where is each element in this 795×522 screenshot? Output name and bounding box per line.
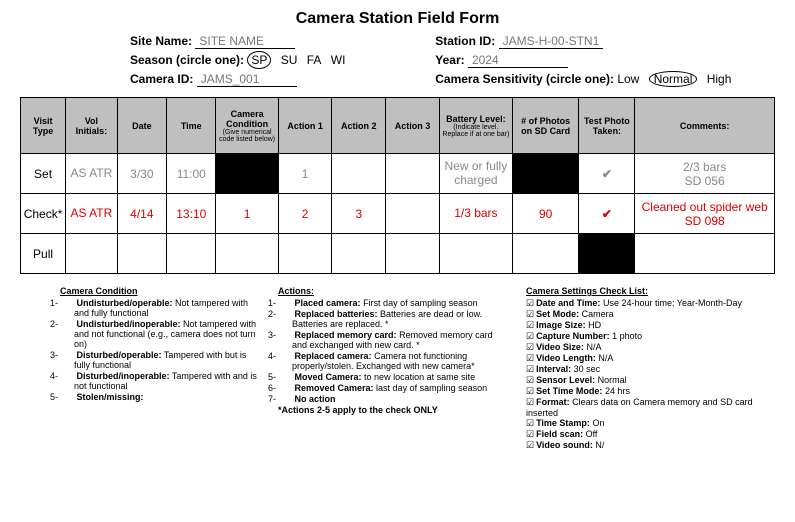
table-cell xyxy=(332,234,386,274)
th-battery: Battery Level:(Indicate level. Replace i… xyxy=(439,98,512,154)
camera-id-value: JAMS_001 xyxy=(197,72,297,87)
row-type: Set xyxy=(21,154,66,194)
table-cell xyxy=(512,234,579,274)
th-comments: Comments: xyxy=(635,98,775,154)
legend-actions: Actions: 1- Placed camera: First day of … xyxy=(278,286,508,415)
sensitivity-high: High xyxy=(707,72,732,86)
table-cell: 1 xyxy=(278,154,332,194)
legend-item: 6- Removed Camera: last day of sampling … xyxy=(292,383,508,393)
settings-item: Video Length: N/A xyxy=(526,353,756,364)
settings-item: Date and Time: Use 24-hour time; Year-Mo… xyxy=(526,298,756,309)
table-cell xyxy=(216,234,278,274)
table-cell xyxy=(386,154,440,194)
station-id-label: Station ID: xyxy=(435,34,495,48)
form-title: Camera Station Field Form xyxy=(20,10,775,28)
table-cell: 1/3 bars xyxy=(439,194,512,234)
sensitivity-low: Low xyxy=(617,72,639,86)
legend-item: 7- No action xyxy=(292,394,508,404)
legend-item: 4- Replaced camera: Camera not functioni… xyxy=(292,351,508,371)
year-value: 2024 xyxy=(468,53,568,68)
settings-item: Field scan: Off xyxy=(526,429,756,440)
th-photos: # of Photos on SD Card xyxy=(512,98,579,154)
settings-item: Capture Number: 1 photo xyxy=(526,331,756,342)
th-a1: Action 1 xyxy=(278,98,332,154)
table-cell: 3/30 xyxy=(117,154,166,194)
settings-item: Format: Clears data on Camera memory and… xyxy=(526,397,756,418)
th-condition: Camera Condition(Give numerical code lis… xyxy=(216,98,278,154)
settings-item: Interval: 30 sec xyxy=(526,364,756,375)
data-table: Visit Type Vol Initials: Date Time Camer… xyxy=(20,97,775,274)
table-cell: AS ATR xyxy=(66,194,118,234)
site-name-value: SITE NAME xyxy=(195,34,295,49)
table-cell xyxy=(512,154,579,194)
sensitivity-label: Camera Sensitivity (circle one): xyxy=(435,72,614,86)
th-a3: Action 3 xyxy=(386,98,440,154)
table-cell xyxy=(117,234,166,274)
table-cell: 1 xyxy=(216,194,278,234)
table-cell xyxy=(278,234,332,274)
th-a2: Action 2 xyxy=(332,98,386,154)
year-label: Year: xyxy=(435,53,464,67)
row-type: Check* xyxy=(21,194,66,234)
table-cell: 90 xyxy=(512,194,579,234)
legend-item: 3- Replaced memory card: Removed memory … xyxy=(292,330,508,350)
station-id-value: JAMS-H-00-STN1 xyxy=(499,34,604,49)
legend-item: 1- Placed camera: First day of sampling … xyxy=(292,298,508,308)
legend-item: 2- Replaced batteries: Batteries are dea… xyxy=(292,309,508,329)
th-initials: Vol Initials: xyxy=(66,98,118,154)
table-cell: 13:10 xyxy=(167,194,216,234)
table-cell: ✔ xyxy=(579,154,635,194)
legend-item: 5- Stolen/missing: xyxy=(74,392,260,402)
table-cell: Cleaned out spider webSD 098 xyxy=(635,194,775,234)
table-cell: 2 xyxy=(278,194,332,234)
site-name-label: Site Name: xyxy=(130,34,192,48)
table-cell xyxy=(167,234,216,274)
th-time: Time xyxy=(167,98,216,154)
legend-item: 1- Undisturbed/operable: Not tampered wi… xyxy=(74,298,260,318)
table-cell xyxy=(579,234,635,274)
th-date: Date xyxy=(117,98,166,154)
row-type: Pull xyxy=(21,234,66,274)
th-test: Test Photo Taken: xyxy=(579,98,635,154)
settings-item: Image Size: HD xyxy=(526,320,756,331)
season-sp: SP xyxy=(247,51,271,69)
camera-id-label: Camera ID: xyxy=(130,72,193,86)
table-cell: 2/3 barsSD 056 xyxy=(635,154,775,194)
table-cell xyxy=(66,234,118,274)
settings-item: Set Time Mode: 24 hrs xyxy=(526,386,756,397)
table-cell xyxy=(439,234,512,274)
season-wi: WI xyxy=(331,53,346,67)
actions-footer: *Actions 2-5 apply to the check ONLY xyxy=(278,405,508,415)
table-cell: 11:00 xyxy=(167,154,216,194)
settings-item: Time Stamp: On xyxy=(526,418,756,429)
settings-item: Set Mode: Camera xyxy=(526,309,756,320)
legend-settings: Camera Settings Check List: Date and Tim… xyxy=(526,286,756,451)
settings-item: Sensor Level: Normal xyxy=(526,375,756,386)
season-fa: FA xyxy=(307,53,322,67)
legend-item: 5- Moved Camera: to new location at same… xyxy=(292,372,508,382)
settings-item: Video sound: N/ xyxy=(526,440,756,451)
legend-item: 3- Disturbed/operable: Tampered with but… xyxy=(74,350,260,370)
table-cell: ✔ xyxy=(579,194,635,234)
settings-item: Video Size: N/A xyxy=(526,342,756,353)
table-cell: New or fully charged xyxy=(439,154,512,194)
legend-item: 4- Disturbed/inoperable: Tampered with a… xyxy=(74,371,260,391)
table-cell: AS ATR xyxy=(66,154,118,194)
table-cell: 4/14 xyxy=(117,194,166,234)
sensitivity-normal: Normal xyxy=(649,71,698,87)
th-visit: Visit Type xyxy=(21,98,66,154)
table-cell xyxy=(635,234,775,274)
table-cell xyxy=(332,154,386,194)
table-cell xyxy=(386,194,440,234)
table-cell xyxy=(386,234,440,274)
table-cell: 3 xyxy=(332,194,386,234)
season-su: SU xyxy=(281,53,298,67)
legend-condition: Camera Condition 1- Undisturbed/operable… xyxy=(60,286,260,403)
season-label: Season (circle one): xyxy=(130,53,244,67)
legend-item: 2- Undisturbed/inoperable: Not tampered … xyxy=(74,319,260,349)
table-cell xyxy=(216,154,278,194)
